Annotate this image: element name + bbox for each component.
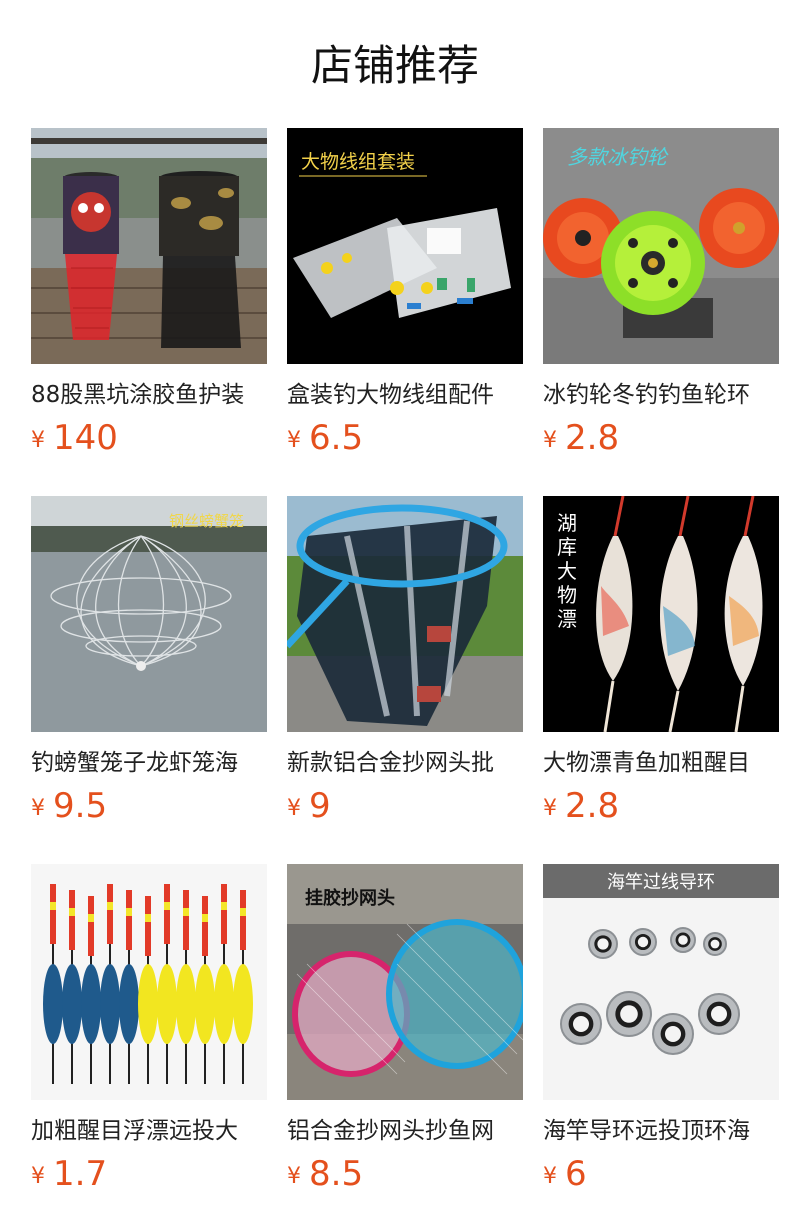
- currency-symbol: ¥: [31, 796, 45, 821]
- currency-symbol: ¥: [543, 428, 557, 453]
- product-price-7: ¥1.7: [31, 1152, 267, 1202]
- currency-symbol: ¥: [543, 1164, 557, 1189]
- product-card-1[interactable]: 88股黑坑涂胶鱼护装 ¥140: [31, 128, 267, 496]
- image-caption-2: 大物线组套装: [301, 151, 415, 173]
- price-value: 2.8: [565, 418, 620, 458]
- product-name-5: 新款铝合金抄网头批: [287, 750, 494, 776]
- product-image-3[interactable]: 多款冰钓轮: [543, 128, 779, 364]
- product-card-2[interactable]: 大物线组套装 盒装钓大物线组配件 ¥ 6.5: [287, 128, 523, 496]
- image-caption-6: 湖库大物漂: [557, 511, 577, 631]
- svg-text:湖: 湖: [557, 511, 577, 535]
- currency-symbol: ¥: [287, 428, 301, 453]
- svg-text:库: 库: [557, 535, 577, 559]
- price-value: 9: [309, 786, 331, 826]
- price-value: 2.8: [565, 786, 620, 826]
- product-name-3: 冰钓轮冬钓钓鱼轮环: [543, 382, 750, 408]
- price-value: 6.5: [309, 418, 364, 458]
- currency-symbol: ¥: [31, 1164, 45, 1189]
- price-value: 140: [53, 418, 118, 458]
- page-title: 店铺推荐: [310, 41, 479, 90]
- product-price-4: ¥9.5: [31, 784, 267, 834]
- product-price-9: ¥6: [543, 1152, 779, 1202]
- image-caption-4: 钢丝螃蟹笼: [169, 512, 244, 530]
- product-image-6[interactable]: 湖库大物漂: [543, 496, 779, 732]
- product-card-9[interactable]: 海竿过线导环 海竿导环远投顶环海 ¥6: [543, 864, 779, 1232]
- currency-symbol: ¥: [31, 428, 45, 453]
- product-grid: 88股黑坑涂胶鱼护装 ¥140 大物线组套装 盒装钓大物线组配件 ¥ 6.5 多…: [31, 128, 779, 1232]
- product-name-8: 铝合金抄网头抄鱼网: [287, 1118, 494, 1144]
- product-price-6: ¥2.8: [543, 784, 779, 834]
- svg-text:物: 物: [557, 583, 577, 607]
- product-image-1[interactable]: [31, 128, 267, 364]
- product-name-4: 钓螃蟹笼子龙虾笼海: [31, 750, 238, 776]
- product-price-1: ¥140: [31, 416, 267, 466]
- currency-symbol: ¥: [543, 796, 557, 821]
- product-image-9[interactable]: 海竿过线导环: [543, 864, 779, 1100]
- product-image-2[interactable]: 大物线组套装: [287, 128, 523, 364]
- svg-text:大: 大: [557, 559, 577, 583]
- product-image-4[interactable]: 钢丝螃蟹笼: [31, 496, 267, 732]
- price-value: 9.5: [53, 786, 108, 826]
- price-value: 8.5: [309, 1154, 364, 1194]
- image-caption-9: 海竿过线导环: [607, 872, 715, 893]
- image-caption-3: 多款冰钓轮: [567, 145, 669, 169]
- product-price-8: ¥8.5: [287, 1152, 523, 1202]
- product-card-3[interactable]: 多款冰钓轮 冰钓轮冬钓钓鱼轮环 ¥ 2.8: [543, 128, 779, 496]
- product-card-7[interactable]: 加粗醒目浮漂远投大 ¥1.7: [31, 864, 267, 1232]
- product-card-5[interactable]: 新款铝合金抄网头批 ¥9: [287, 496, 523, 864]
- product-image-7[interactable]: [31, 864, 267, 1100]
- image-caption-8: 挂胶抄网头: [305, 887, 395, 909]
- svg-text:漂: 漂: [557, 607, 577, 631]
- product-name-9: 海竿导环远投顶环海: [543, 1118, 750, 1144]
- product-image-8[interactable]: 挂胶抄网头: [287, 864, 523, 1100]
- product-card-6[interactable]: 湖库大物漂 大物漂青鱼加粗醒目 ¥ 2.8: [543, 496, 779, 864]
- store-recommendations-page: 店铺推荐 88股黑坑涂胶鱼护装 ¥ 140 大物线组套装 盒装钓大物线组配件 ¥…: [0, 0, 790, 1232]
- product-name-6: 大物漂青鱼加粗醒目: [543, 750, 750, 776]
- product-name-7: 加粗醒目浮漂远投大: [31, 1118, 238, 1144]
- product-card-8[interactable]: 挂胶抄网头 铝合金抄网头抄鱼网 ¥8.5: [287, 864, 523, 1232]
- product-image-5[interactable]: [287, 496, 523, 732]
- product-card-4[interactable]: 钢丝螃蟹笼 钓螃蟹笼子龙虾笼海 ¥ 9.5: [31, 496, 267, 864]
- product-name-1: 88股黑坑涂胶鱼护装: [31, 382, 245, 408]
- product-price-3: ¥2.8: [543, 416, 779, 466]
- currency-symbol: ¥: [287, 796, 301, 821]
- currency-symbol: ¥: [287, 1164, 301, 1189]
- price-value: 1.7: [53, 1154, 108, 1194]
- product-price-2: ¥6.5: [287, 416, 523, 466]
- price-value: 6: [565, 1154, 587, 1194]
- product-name-2: 盒装钓大物线组配件: [287, 382, 494, 408]
- product-price-5: ¥9: [287, 784, 523, 834]
